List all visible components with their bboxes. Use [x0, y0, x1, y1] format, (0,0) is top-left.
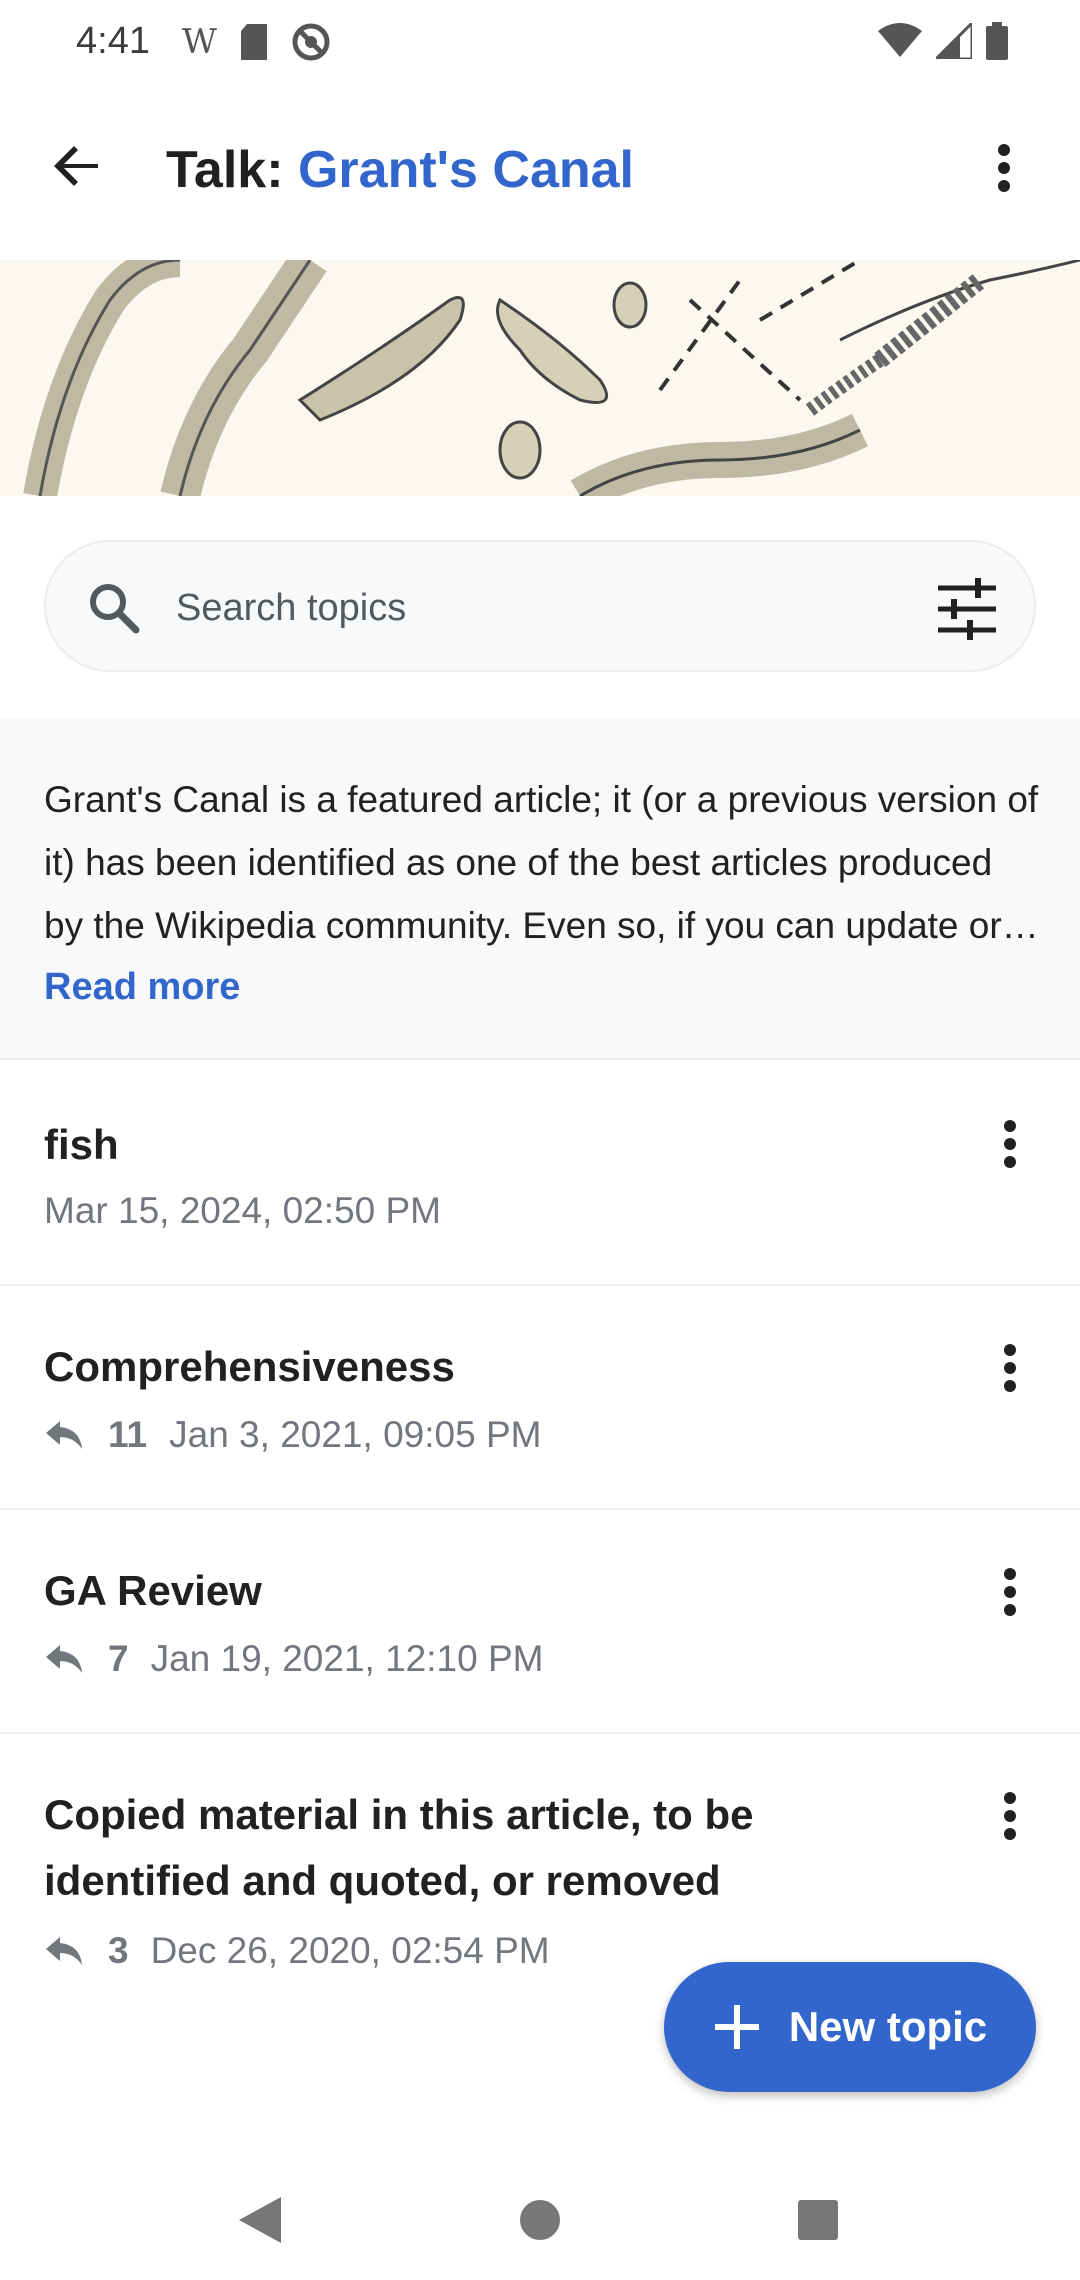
page-title: Talk: Grant's Canal	[166, 140, 634, 200]
more-vert-icon	[1004, 1568, 1016, 1616]
wikipedia-w-icon: W	[182, 22, 217, 62]
topic-date: Dec 26, 2020, 02:54 PM	[150, 1930, 550, 1971]
featured-article-notice: Grant's Canal is a featured article; it …	[0, 718, 1080, 1060]
nav-back-icon	[239, 2197, 281, 2243]
reply-icon	[46, 1421, 82, 1449]
topic-title: Copied material in this article, to be i…	[44, 1791, 754, 1904]
topic-date: Jan 3, 2021, 09:05 PM	[169, 1414, 542, 1455]
topic-overflow-button[interactable]	[980, 1556, 1040, 1628]
topic-title: fish	[44, 1121, 119, 1168]
sd-card-icon	[240, 24, 267, 60]
topic-row[interactable]: fish Mar 15, 2024, 02:50 PM	[0, 1062, 1080, 1286]
topic-row[interactable]: Comprehensiveness 11 Jan 3, 2021, 09:05 …	[0, 1286, 1080, 1510]
map-illustration	[0, 260, 1080, 496]
topic-date: Jan 19, 2021, 12:10 PM	[150, 1638, 544, 1679]
status-right-icons	[878, 22, 1008, 60]
nav-home-button[interactable]	[510, 2190, 570, 2250]
article-lead-image	[0, 260, 1080, 496]
topic-title: GA Review	[44, 1567, 262, 1614]
overflow-menu-button[interactable]	[968, 132, 1040, 204]
topic-meta: 11 Jan 3, 2021, 09:05 PM	[44, 1414, 541, 1456]
page-title-article-link[interactable]: Grant's Canal	[298, 141, 634, 199]
status-time: 4:41	[76, 20, 150, 62]
back-button[interactable]	[40, 128, 116, 204]
battery-icon	[986, 22, 1008, 60]
arrow-back-icon	[54, 146, 98, 186]
nav-back-button[interactable]	[230, 2190, 290, 2250]
tune-filter-icon[interactable]	[936, 578, 998, 640]
reply-count: 3	[108, 1930, 129, 1971]
topic-row[interactable]: Copied material in this article, to be i…	[0, 1734, 1080, 1980]
status-bar: 4:41 W	[0, 0, 1080, 88]
topic-row[interactable]: GA Review 7 Jan 19, 2021, 12:10 PM	[0, 1510, 1080, 1734]
more-vert-icon	[1004, 1792, 1016, 1840]
more-vert-icon	[1004, 1120, 1016, 1168]
reply-icon	[46, 1645, 82, 1673]
new-topic-button[interactable]: New topic	[664, 1962, 1036, 2092]
plus-icon	[714, 2005, 759, 2049]
more-vert-icon	[998, 144, 1010, 192]
do-not-disturb-icon	[292, 23, 330, 61]
read-more-link[interactable]: Read more	[44, 966, 240, 1009]
topic-title: Comprehensiveness	[44, 1343, 455, 1390]
topic-date: Mar 15, 2024, 02:50 PM	[44, 1190, 441, 1231]
system-nav-bar	[0, 2160, 1080, 2280]
notice-text: Grant's Canal is a featured article; it …	[44, 779, 1039, 946]
search-icon	[90, 584, 140, 634]
new-topic-label: New topic	[788, 2003, 988, 2050]
topic-overflow-button[interactable]	[980, 1108, 1040, 1180]
nav-home-icon	[520, 2200, 560, 2240]
topic-overflow-button[interactable]	[980, 1780, 1040, 1852]
status-left-icons: W	[182, 22, 331, 62]
search-input[interactable]	[176, 572, 936, 644]
nav-recents-icon	[798, 2200, 838, 2240]
topic-meta: 7 Jan 19, 2021, 12:10 PM	[44, 1638, 543, 1680]
cell-signal-icon	[936, 23, 972, 59]
page-title-prefix: Talk:	[166, 141, 298, 199]
more-vert-icon	[1004, 1344, 1016, 1392]
app-bar: Talk: Grant's Canal	[0, 88, 1080, 256]
reply-count: 11	[108, 1414, 148, 1455]
reply-icon	[46, 1937, 82, 1965]
topic-meta: Mar 15, 2024, 02:50 PM	[44, 1190, 441, 1232]
topic-meta: 3 Dec 26, 2020, 02:54 PM	[44, 1930, 550, 1972]
search-box[interactable]	[44, 540, 1036, 672]
reply-count: 7	[108, 1638, 129, 1679]
wifi-icon	[878, 23, 922, 57]
nav-recents-button[interactable]	[788, 2190, 848, 2250]
topic-overflow-button[interactable]	[980, 1332, 1040, 1404]
